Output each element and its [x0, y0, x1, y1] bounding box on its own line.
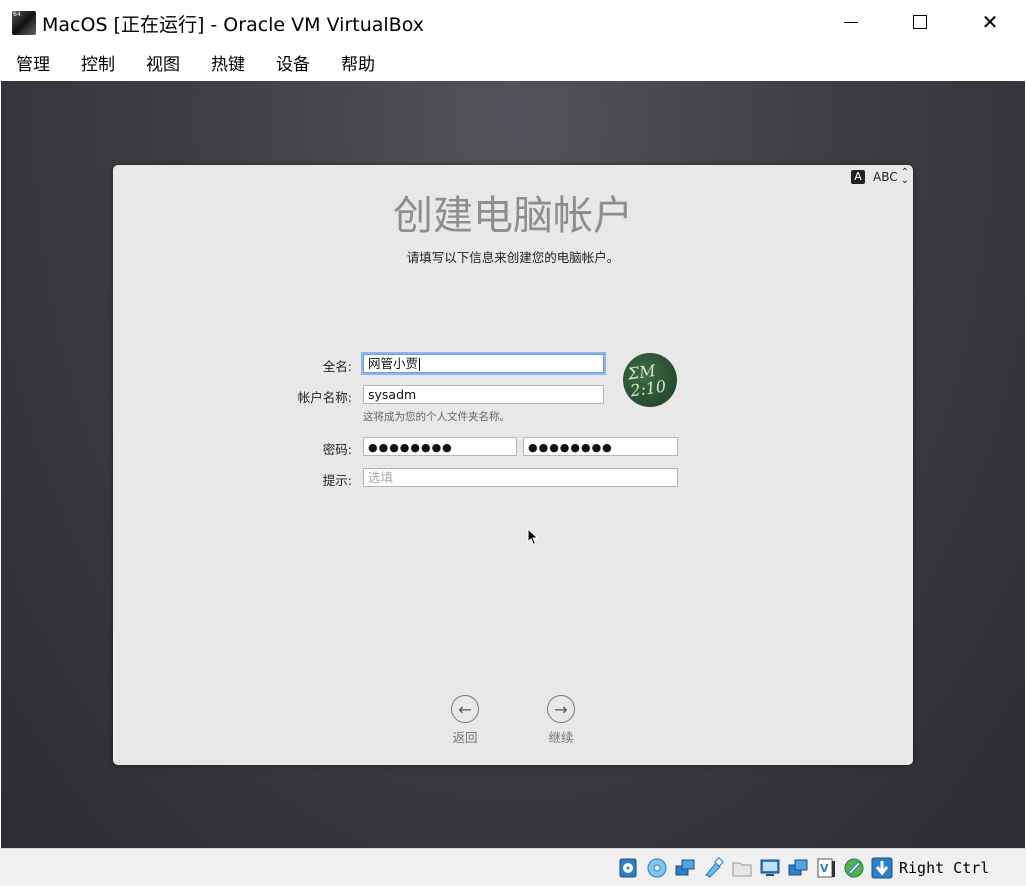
display-icon[interactable]	[759, 857, 781, 879]
user-avatar[interactable]: ΣM 2:10	[623, 353, 677, 407]
menu-help[interactable]: 帮助	[341, 50, 375, 75]
close-icon: ✕	[981, 10, 999, 34]
full-name-label: 全名:	[322, 359, 352, 374]
text-cursor	[419, 358, 421, 371]
back-label: 返回	[452, 730, 478, 745]
page-subtitle: 请填写以下信息来创建您的电脑帐户。	[406, 250, 620, 265]
hard-disk-icon[interactable]	[617, 857, 639, 879]
account-name-note: 这将成为您的个人文件夹名称。	[363, 411, 510, 423]
host-key-label: Right Ctrl	[899, 859, 990, 877]
hint-label: 提示:	[322, 473, 352, 488]
virtualbox-app-icon	[12, 11, 36, 35]
account-name-value: sysadm	[368, 387, 417, 402]
svg-text:V: V	[820, 862, 829, 875]
full-name-value: 网管小贾	[368, 356, 419, 371]
continue-label: 继续	[548, 730, 574, 745]
arrow-left-icon: ←	[451, 695, 479, 723]
vm-display[interactable]: A ABC ⌃ ⌄ 创建电脑帐户 请填写以下信息来创建您的电脑帐户。 全名: 网管…	[1, 81, 1025, 848]
continue-button[interactable]: → 继续	[531, 695, 591, 746]
mouse-integration-icon[interactable]	[843, 857, 865, 879]
back-button[interactable]: ← 返回	[435, 695, 495, 746]
menu-control[interactable]: 控制	[81, 50, 115, 75]
video-capture-icon[interactable]	[787, 857, 809, 879]
input-source-badge: A	[851, 170, 865, 184]
password-verify-value: ●●●●●●●●	[528, 441, 613, 454]
window-title: MacOS [正在运行] - Oracle VM VirtualBox	[42, 14, 424, 36]
status-bar: V Right Ctrl	[0, 848, 1026, 886]
shared-folders-icon[interactable]	[731, 857, 753, 879]
optical-disk-icon[interactable]	[646, 857, 668, 879]
setup-assistant-panel: A ABC ⌃ ⌄ 创建电脑帐户 请填写以下信息来创建您的电脑帐户。 全名: 网管…	[113, 165, 913, 765]
mouse-pointer-icon	[527, 528, 539, 546]
input-source-label: ABC	[873, 170, 898, 184]
window-title-bar[interactable]: MacOS [正在运行] - Oracle VM VirtualBox ✕	[0, 0, 1026, 44]
account-name-field[interactable]: sysadm	[363, 385, 604, 404]
menu-devices[interactable]: 设备	[276, 50, 310, 75]
menu-view[interactable]: 视图	[146, 50, 180, 75]
cpu-icon[interactable]: V	[815, 857, 837, 879]
network-icon[interactable]	[674, 857, 696, 879]
page-title: 创建电脑帐户	[393, 193, 633, 239]
minimize-button[interactable]	[816, 0, 886, 44]
menu-manage[interactable]: 管理	[16, 50, 50, 75]
hint-placeholder: 选填	[368, 470, 394, 485]
password-field[interactable]: ●●●●●●●●	[363, 437, 517, 456]
hint-field[interactable]: 选填	[363, 468, 678, 487]
menu-bar: 管理 控制 视图 热键 设备 帮助	[0, 44, 1026, 81]
password-verify-field[interactable]: ●●●●●●●●	[523, 437, 678, 456]
password-label: 密码:	[322, 442, 352, 457]
password-value: ●●●●●●●●	[368, 441, 453, 454]
account-name-label: 帐户名称:	[297, 390, 352, 405]
full-name-field[interactable]: 网管小贾	[363, 354, 604, 373]
close-button[interactable]: ✕	[955, 0, 1025, 44]
maximize-icon	[913, 15, 927, 29]
host-key-arrow-icon[interactable]	[871, 857, 893, 879]
menu-hotkeys[interactable]: 热键	[211, 50, 245, 75]
usb-icon[interactable]	[702, 857, 724, 879]
minimize-icon	[844, 21, 858, 23]
avatar-chalk-text: ΣM 2:10	[626, 360, 668, 401]
arrow-right-icon: →	[547, 695, 575, 723]
maximize-button[interactable]	[885, 0, 955, 44]
